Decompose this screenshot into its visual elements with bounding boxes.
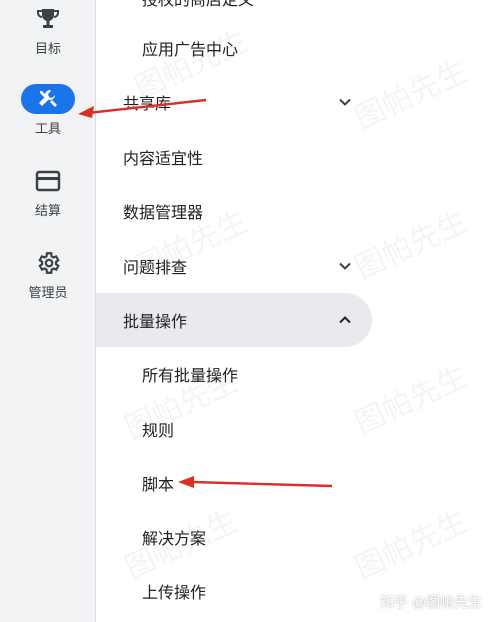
chevron-up-icon: [338, 313, 352, 327]
rail-label-tools: 工具: [34, 121, 61, 136]
menu-item-label: 应用广告中心: [142, 42, 239, 59]
source-credit: 知乎 @图帕先生: [380, 594, 483, 610]
menu-item-partial[interactable]: 授权的商店定义: [142, 0, 254, 10]
menu-item-data-manager[interactable]: 数据管理器: [96, 184, 372, 238]
submenu-item-label: 规则: [142, 423, 175, 440]
rail-label-billing: 结算: [34, 203, 61, 218]
submenu-item-upload-actions[interactable]: 上传操作: [96, 564, 372, 618]
tools-icon: [21, 84, 75, 114]
menu-item-label: 批量操作: [123, 314, 188, 331]
submenu-item-label: 所有批量操作: [142, 368, 239, 385]
menu-item-troubleshooting[interactable]: 问题排查: [96, 239, 372, 293]
credit-card-icon: [21, 166, 75, 196]
menu-item-label: 内容适宜性: [123, 151, 204, 168]
submenu-item-solutions[interactable]: 解决方案: [96, 510, 372, 564]
submenu-item-scripts[interactable]: 脚本: [96, 456, 372, 510]
tools-menu: 授权的商店定义 应用广告中心 共享库 内容适宜性 数据管理器 问题排查 批量操作…: [96, 0, 500, 622]
submenu-item-all-bulk-actions[interactable]: 所有批量操作: [96, 347, 372, 401]
submenu-item-label: 上传操作: [142, 585, 207, 602]
trophy-icon: [21, 4, 75, 34]
rail-item-goals[interactable]: 目标: [0, 4, 96, 57]
submenu-item-rules[interactable]: 规则: [96, 402, 372, 456]
submenu-item-label: 脚本: [142, 477, 175, 494]
menu-item-label: 共享库: [123, 96, 172, 113]
rail-label-goals: 目标: [34, 41, 61, 56]
menu-item-bulk-actions[interactable]: 批量操作: [96, 293, 372, 347]
navigation-rail: 目标 工具 结算 管理员: [0, 0, 96, 622]
menu-item-shared-library[interactable]: 共享库: [96, 75, 372, 129]
chevron-down-icon: [338, 259, 352, 273]
rail-label-admin: 管理员: [28, 285, 68, 300]
menu-item-label: 数据管理器: [123, 205, 204, 222]
rail-item-admin[interactable]: 管理员: [0, 248, 96, 301]
menu-item-app-ad-center[interactable]: 应用广告中心: [96, 21, 372, 75]
rail-item-tools[interactable]: 工具: [0, 84, 96, 137]
menu-item-content-suitability[interactable]: 内容适宜性: [96, 130, 372, 184]
chevron-down-icon: [338, 95, 352, 109]
menu-item-label: 问题排查: [123, 260, 188, 277]
rail-item-billing[interactable]: 结算: [0, 166, 96, 219]
gear-icon: [21, 248, 75, 278]
submenu-item-label: 解决方案: [142, 531, 207, 548]
